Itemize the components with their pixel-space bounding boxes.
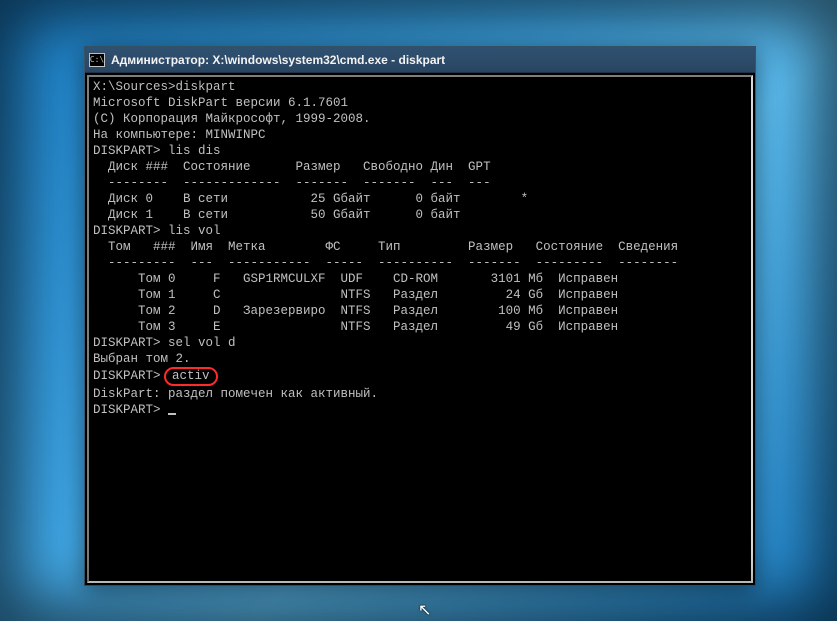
console-line: Том 1 C NTFS Раздел 24 Gб Исправен: [93, 287, 747, 303]
console-line: -------- ------------- ------- ------- -…: [93, 175, 747, 191]
console-line: (C) Корпорация Майкрософт, 1999-2008.: [93, 111, 747, 127]
console-line: Диск ### Состояние Размер Свободно Дин G…: [93, 159, 747, 175]
console-line: Том 2 D Зарезервиро NTFS Раздел 100 Mб И…: [93, 303, 747, 319]
console-line: DISKPART> lis vol: [93, 223, 747, 239]
system-menu-icon[interactable]: C:\: [89, 53, 105, 67]
console-line: DISKPART> sel vol d: [93, 335, 747, 351]
console-line: DiskPart: раздел помечен как активный.: [93, 386, 747, 402]
console-line: Том 0 F GSP1RMCULXF UDF CD-ROM 3101 Mб И…: [93, 271, 747, 287]
console-line: --------- --- ----------- ----- --------…: [93, 255, 747, 271]
console-line: DISKPART>: [93, 402, 747, 418]
console-line: Том ### Имя Метка ФС Тип Размер Состояни…: [93, 239, 747, 255]
prompt-text: DISKPART>: [93, 369, 161, 383]
console-line: Диск 0 В сети 25 Gбайт 0 байт *: [93, 191, 747, 207]
console-line: Выбран том 2.: [93, 351, 747, 367]
console-line: На компьютере: MINWINPC: [93, 127, 747, 143]
console-window: C:\ Администратор: X:\windows\system32\c…: [84, 46, 756, 586]
console-line: X:\Sources>diskpart: [93, 79, 747, 95]
titlebar[interactable]: C:\ Администратор: X:\windows\system32\c…: [85, 47, 755, 73]
console-line: Microsoft DiskPart версии 6.1.7601: [93, 95, 747, 111]
mouse-cursor-icon: ↖: [418, 600, 431, 620]
text-cursor: [168, 413, 176, 415]
console-line: DISKPART> activ: [93, 367, 747, 386]
console-line: Диск 1 В сети 50 Gбайт 0 байт: [93, 207, 747, 223]
cmd-icon-label: C:\: [90, 55, 104, 64]
window-title: Администратор: X:\windows\system32\cmd.e…: [111, 53, 445, 67]
console-body[interactable]: X:\Sources>diskpart Microsoft DiskPart в…: [87, 75, 753, 583]
highlighted-command: activ: [164, 367, 218, 386]
prompt-text: DISKPART>: [93, 403, 168, 417]
console-line: DISKPART> lis dis: [93, 143, 747, 159]
console-line: Том 3 E NTFS Раздел 49 Gб Исправен: [93, 319, 747, 335]
